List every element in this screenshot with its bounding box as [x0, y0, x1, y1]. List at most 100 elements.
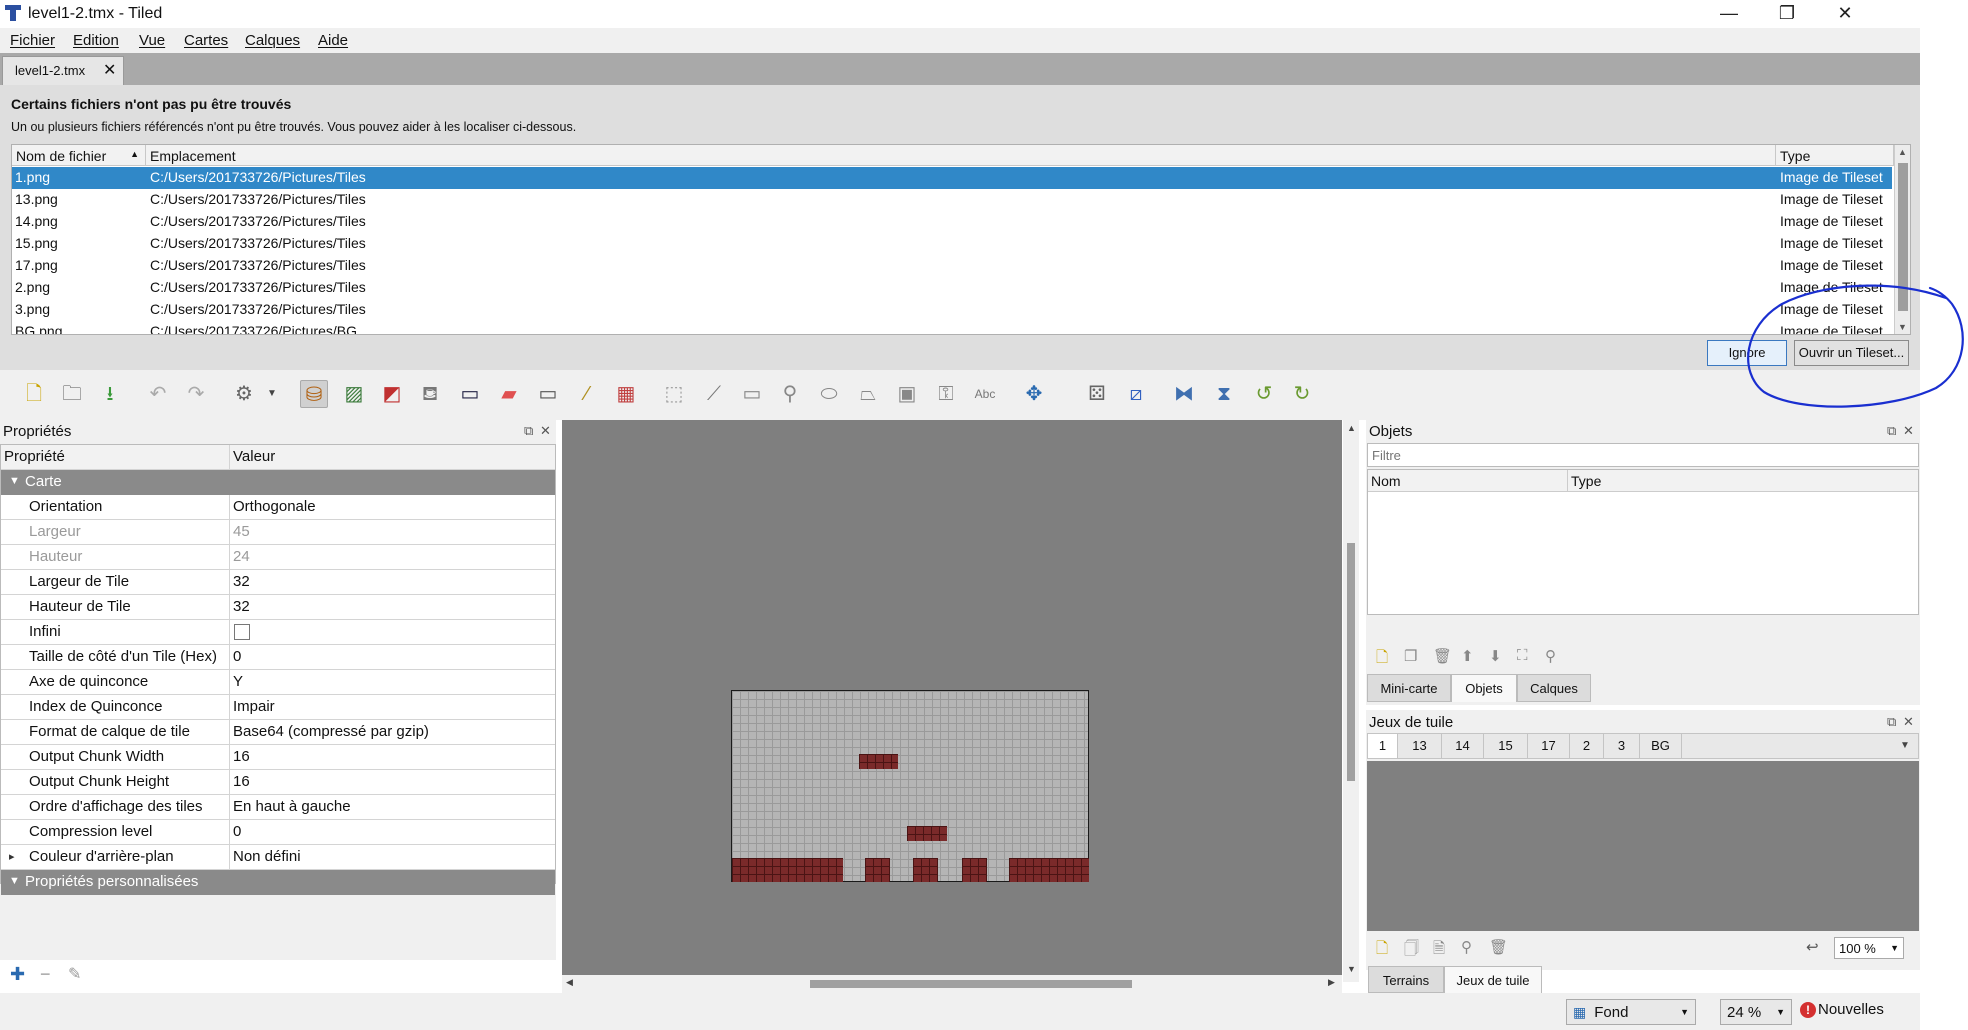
tileset-view[interactable]	[1367, 761, 1919, 931]
close-panel-icon[interactable]: ✕	[540, 423, 551, 439]
insert-point-icon[interactable]: ⚲	[776, 380, 804, 408]
commands-icon[interactable]: ⚙	[230, 380, 258, 408]
menu-calques[interactable]: Calques	[245, 32, 300, 49]
scrollbar-thumb[interactable]	[1898, 163, 1908, 311]
shape-fill-icon[interactable]: ▭	[456, 380, 484, 408]
magic-wand-icon[interactable]: ⁄	[573, 380, 601, 408]
group-map[interactable]: ▼ Carte	[1, 470, 555, 495]
news-button[interactable]: Nouvelles	[1818, 1001, 1884, 1018]
select-same-tile-icon[interactable]: ▦	[612, 380, 640, 408]
open-file-icon[interactable]: 🗀	[58, 380, 86, 408]
dynamic-wrapping-icon[interactable]: ↩	[1806, 938, 1819, 956]
undo-icon[interactable]: ↶	[144, 380, 172, 408]
wang-brush-icon[interactable]: ◩	[378, 380, 406, 408]
menu-edition[interactable]: Edition	[73, 32, 119, 49]
scroll-down-icon[interactable]: ▼	[1898, 322, 1907, 332]
property-row[interactable]: Ordre d'affichage des tiles En haut à gau…	[1, 795, 555, 820]
menu-fichier[interactable]: Fichier	[10, 32, 55, 49]
property-row[interactable]: Hauteur de Tile 32	[1, 595, 555, 620]
delete-object-icon[interactable]: 🗑	[1433, 647, 1452, 665]
property-row[interactable]: Index de Quinconce Impair	[1, 695, 555, 720]
rename-property-icon[interactable]: ✎	[68, 964, 81, 984]
insert-rectangle-icon[interactable]: ▭	[738, 380, 766, 408]
table-row[interactable]: 1.png C:/Users/201733726/Pictures/Tiles Im…	[12, 167, 1892, 189]
rotate-right-icon[interactable]: ↻	[1288, 380, 1316, 408]
ignore-button[interactable]: Ignore	[1707, 340, 1787, 366]
close-panel-icon[interactable]: ✕	[1903, 423, 1914, 439]
remove-tileset-icon[interactable]: 🗑	[1489, 938, 1508, 956]
column-header-type[interactable]: Type	[1776, 145, 1894, 166]
property-row[interactable]: Compression level 0	[1, 820, 555, 845]
edit-tileset-icon[interactable]: ⚲	[1461, 938, 1472, 956]
tab-objects[interactable]: Objets	[1451, 674, 1517, 702]
flip-horizontal-icon[interactable]: ⧓	[1170, 380, 1198, 408]
tab-mini-map[interactable]: Mini-carte	[1367, 674, 1451, 702]
property-row[interactable]: Orientation Orthogonale	[1, 495, 555, 520]
table-row[interactable]: 15.png C:/Users/201733726/Pictures/Tiles I…	[12, 233, 1892, 255]
column-header-name[interactable]: Nom	[1368, 470, 1568, 492]
rectangle-select-icon[interactable]: ▭	[534, 380, 562, 408]
property-row[interactable]: Infini	[1, 620, 555, 645]
insert-tile-icon[interactable]: ▣	[893, 380, 921, 408]
object-properties-icon[interactable]: ⚲	[1545, 647, 1556, 665]
tileset-tab[interactable]: BG	[1640, 734, 1682, 758]
insert-polygon-icon[interactable]: ⏢	[854, 380, 882, 408]
tab-layers[interactable]: Calques	[1517, 674, 1591, 702]
select-objects-icon[interactable]: ⬚	[660, 380, 688, 408]
float-panel-icon[interactable]: ⧉	[1887, 714, 1896, 730]
close-button[interactable]: ✕	[1816, 0, 1874, 28]
chevron-down-icon[interactable]: ▼	[258, 380, 286, 408]
float-panel-icon[interactable]: ⧉	[1887, 423, 1896, 439]
minimize-button[interactable]: —	[1700, 0, 1758, 28]
export-tileset-icon[interactable]: 🗎	[1433, 938, 1445, 963]
open-tileset-button[interactable]: Ouvrir un Tileset...	[1794, 340, 1909, 366]
tileset-tab[interactable]: 3	[1604, 734, 1640, 758]
tab-tilesets[interactable]: Jeux de tuile	[1444, 966, 1542, 993]
rotate-left-icon[interactable]: ↺	[1250, 380, 1278, 408]
tileset-tab[interactable]: 17	[1528, 734, 1570, 758]
column-header-filename[interactable]: Nom de fichier ▲	[12, 145, 146, 166]
property-row[interactable]: ▸ Couleur d'arrière-plan Non défini	[1, 845, 555, 870]
table-row[interactable]: BG.png C:/Users/201733726/Pictures/BG Imag…	[12, 321, 1892, 334]
tab-terrains[interactable]: Terrains	[1368, 966, 1444, 993]
scroll-up-icon[interactable]: ▲	[1347, 423, 1356, 433]
group-custom-properties[interactable]: ▼ Propriétés personnalisées	[1, 870, 555, 895]
insert-template-icon[interactable]: ⚿	[932, 380, 960, 408]
expand-icon[interactable]: ▸	[9, 850, 15, 863]
move-down-icon[interactable]: ⬇	[1489, 647, 1502, 665]
edit-polygons-icon[interactable]: ⟋	[700, 380, 728, 408]
objects-filter-input[interactable]	[1367, 443, 1919, 467]
stamp-brush-icon[interactable]: ⛁	[300, 380, 328, 408]
map-horizontal-scrollbar[interactable]: ◀ ▶	[562, 975, 1342, 993]
move-layer-icon[interactable]: ✥	[1020, 380, 1048, 408]
flip-vertical-icon[interactable]: ⧗	[1210, 380, 1238, 408]
property-row[interactable]: Largeur de Tile 32	[1, 570, 555, 595]
save-icon[interactable]: ⭳	[96, 380, 124, 408]
duplicate-object-icon[interactable]: ❐	[1404, 647, 1417, 665]
map-canvas[interactable]	[562, 420, 1342, 982]
table-row[interactable]: 13.png C:/Users/201733726/Pictures/Tiles I…	[12, 189, 1892, 211]
current-layer-select[interactable]: ▦ Fond ▼	[1566, 999, 1696, 1025]
close-tab-icon[interactable]: ✕	[103, 60, 116, 80]
maximize-button[interactable]: ❐	[1758, 0, 1816, 28]
terrain-brush-icon[interactable]: ▨	[340, 380, 368, 408]
bucket-fill-icon[interactable]: ⛾	[416, 380, 444, 408]
tileset-tab[interactable]: 14	[1442, 734, 1484, 758]
move-up-icon[interactable]: ⬆	[1461, 647, 1474, 665]
insert-ellipse-icon[interactable]: ⬭	[815, 380, 843, 408]
redo-icon[interactable]: ↷	[182, 380, 210, 408]
property-row[interactable]: Taille de côté d'un Tile (Hex) 0	[1, 645, 555, 670]
tileset-tab[interactable]: 1	[1368, 734, 1398, 758]
menu-aide[interactable]: Aide	[318, 32, 348, 49]
menu-cartes[interactable]: Cartes	[184, 32, 228, 49]
chevron-down-icon[interactable]: ▼	[1900, 740, 1910, 751]
collapse-icon[interactable]: ▼	[9, 475, 20, 487]
scrollbar-thumb[interactable]	[810, 980, 1132, 988]
column-header-location[interactable]: Emplacement	[146, 145, 1776, 166]
property-row[interactable]: Axe de quinconce Y	[1, 670, 555, 695]
missing-files-scrollbar[interactable]: ▲ ▼	[1894, 145, 1910, 334]
add-property-icon[interactable]: ✚	[10, 964, 25, 985]
insert-text-icon[interactable]: Abc	[971, 380, 999, 408]
scroll-left-icon[interactable]: ◀	[566, 977, 573, 988]
infinite-checkbox[interactable]	[234, 624, 250, 640]
